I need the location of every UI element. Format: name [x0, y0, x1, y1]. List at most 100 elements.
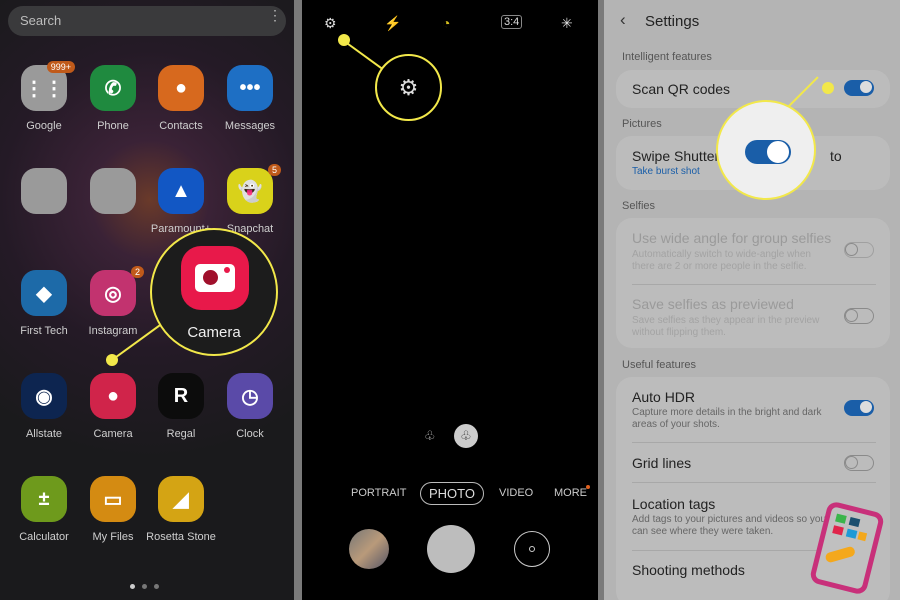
app-allstate[interactable]: ◉ Allstate [9, 373, 79, 440]
app-contacts[interactable]: ● Contacts [146, 65, 216, 132]
google-icon: ⋮⋮ 999+ [21, 61, 75, 111]
new-indicator-dot [586, 485, 590, 489]
snapchat-icon: 👻 5 [227, 164, 281, 214]
my-files-icon: ▭ [90, 476, 136, 522]
gallery-thumbnail[interactable] [349, 529, 389, 569]
auto-hdr-toggle[interactable] [844, 400, 874, 416]
app-google[interactable]: ⋮⋮ 999+ Google [9, 61, 79, 132]
app-camera[interactable]: ● Camera [78, 373, 148, 440]
mode-photo[interactable]: PHOTO [420, 482, 484, 505]
rosetta-stone-icon: ◢ [158, 476, 204, 522]
app-label: My Files [92, 531, 134, 543]
setting-description: Save selfies as they appear in the previ… [632, 315, 820, 338]
app-label: Rosetta Stone [146, 531, 216, 543]
switch-camera-button[interactable] [514, 531, 550, 567]
camera-callout: Camera [150, 228, 278, 356]
search-placeholder: Search [20, 13, 62, 28]
divider [632, 442, 876, 443]
notification-badge: 5 [267, 164, 281, 176]
setting-title[interactable]: Grid lines [632, 455, 691, 471]
home-screen-panel: Search ⋮ ⋮⋮ 999+ Google ✆ Phone ● Contacts ••• M… [0, 0, 294, 600]
first-tech-icon: ◆ [21, 270, 67, 316]
app-paramount-[interactable]: ▲ Paramount+ [146, 168, 216, 235]
app-first-tech[interactable]: ◆ First Tech [9, 270, 79, 337]
app-label: Google [26, 120, 62, 132]
folder-icon [90, 168, 136, 214]
timer-icon[interactable]: ◔ [442, 15, 450, 31]
app-folder[interactable] [78, 168, 148, 223]
camera-callout-label: Camera [187, 324, 241, 341]
folder-icon [21, 168, 67, 214]
app-snapchat[interactable]: 👻 5 Snapchat [215, 164, 285, 235]
app-rosetta-stone[interactable]: ◢ Rosetta Stone [146, 476, 216, 543]
wide-lens-icon[interactable]: ♧ [424, 428, 436, 444]
setting-description: Add tags to your pictures and videos so … [632, 514, 827, 537]
app-label: Instagram [88, 325, 138, 337]
grid-lines-toggle[interactable] [844, 455, 874, 471]
shutter-button[interactable] [427, 525, 475, 573]
scan-qr-toggle-large [745, 140, 791, 164]
allstate-icon: ◉ [21, 373, 67, 419]
page-title: Settings [645, 13, 700, 30]
setting-title[interactable]: Auto HDR [632, 389, 695, 405]
setting-title[interactable]: Location tags [632, 496, 715, 512]
setting-value: Take burst shot [632, 166, 700, 177]
app-messages[interactable]: ••• Messages [215, 65, 285, 132]
app-label: First Tech [20, 325, 68, 337]
section-header: Useful features [622, 359, 696, 371]
app-regal[interactable]: R Regal [146, 373, 216, 440]
callout-dot [106, 354, 118, 366]
app-calculator[interactable]: ± Calculator [9, 476, 79, 543]
setting-title: Scan QR codes [632, 81, 731, 97]
more-options-icon[interactable]: ⋮ [268, 7, 282, 24]
scan-qr-toggle[interactable] [844, 80, 874, 96]
setting-title-end: to [830, 148, 842, 164]
app-label: Contacts [159, 120, 203, 132]
mode-portrait[interactable]: PORTRAIT [351, 487, 406, 499]
setting-title[interactable]: Shooting methods [632, 562, 745, 578]
wide-angle-toggle[interactable] [844, 242, 874, 258]
camera-app-icon-large[interactable] [181, 246, 249, 310]
app-phone[interactable]: ✆ Phone [78, 65, 148, 132]
app-my-files[interactable]: ▭ My Files [78, 476, 148, 543]
mode-video[interactable]: VIDEO [499, 487, 533, 499]
camera-settings-panel: ‹ Settings Intelligent features Scan QR … [604, 0, 900, 600]
clock-icon: ◷ [227, 373, 273, 419]
settings-icon[interactable]: ⚙ [324, 15, 337, 32]
switch-camera-icon [529, 546, 535, 552]
app-instagram[interactable]: ◎ 2 Instagram [78, 266, 148, 337]
instagram-icon: ◎ 2 [90, 266, 144, 316]
divider [632, 284, 876, 285]
app-label: Camera [93, 428, 133, 440]
setting-title: Swipe Shutter [632, 148, 720, 164]
settings-callout: ⚙ [375, 54, 442, 121]
regal-icon: R [158, 373, 204, 419]
app-folder[interactable] [9, 168, 79, 223]
divider [632, 482, 876, 483]
app-clock[interactable]: ◷ Clock [215, 373, 285, 440]
app-label: Clock [236, 428, 264, 440]
setting-description: Capture more details in the bright and d… [632, 407, 822, 430]
aspect-ratio-icon[interactable]: 3:4 [501, 15, 523, 29]
callout-line [343, 40, 386, 72]
section-header: Pictures [622, 118, 662, 130]
app-label: Calculator [19, 531, 69, 543]
mode-more[interactable]: MORE [554, 487, 587, 499]
save-selfies-toggle[interactable] [844, 308, 874, 324]
page-indicator[interactable] [130, 576, 166, 594]
app-label: Allstate [25, 428, 63, 440]
back-arrow-icon[interactable]: ‹ [620, 10, 626, 30]
app-label: Phone [97, 120, 129, 132]
messages-icon: ••• [227, 65, 273, 111]
setting-title: Use wide angle for group selfies [632, 230, 832, 246]
flash-off-icon[interactable]: ⚡ [384, 15, 401, 32]
normal-lens-icon[interactable]: ♧ [454, 424, 478, 448]
settings-icon-large[interactable]: ⚙ [399, 75, 419, 101]
app-label: Messages [224, 120, 276, 132]
effects-icon[interactable]: ✳ [561, 15, 573, 32]
contacts-icon: ● [158, 65, 204, 111]
search-bar[interactable]: Search [8, 6, 286, 36]
calculator-icon: ± [21, 476, 67, 522]
section-header: Intelligent features [622, 51, 712, 63]
phone-icon: ✆ [90, 65, 136, 111]
